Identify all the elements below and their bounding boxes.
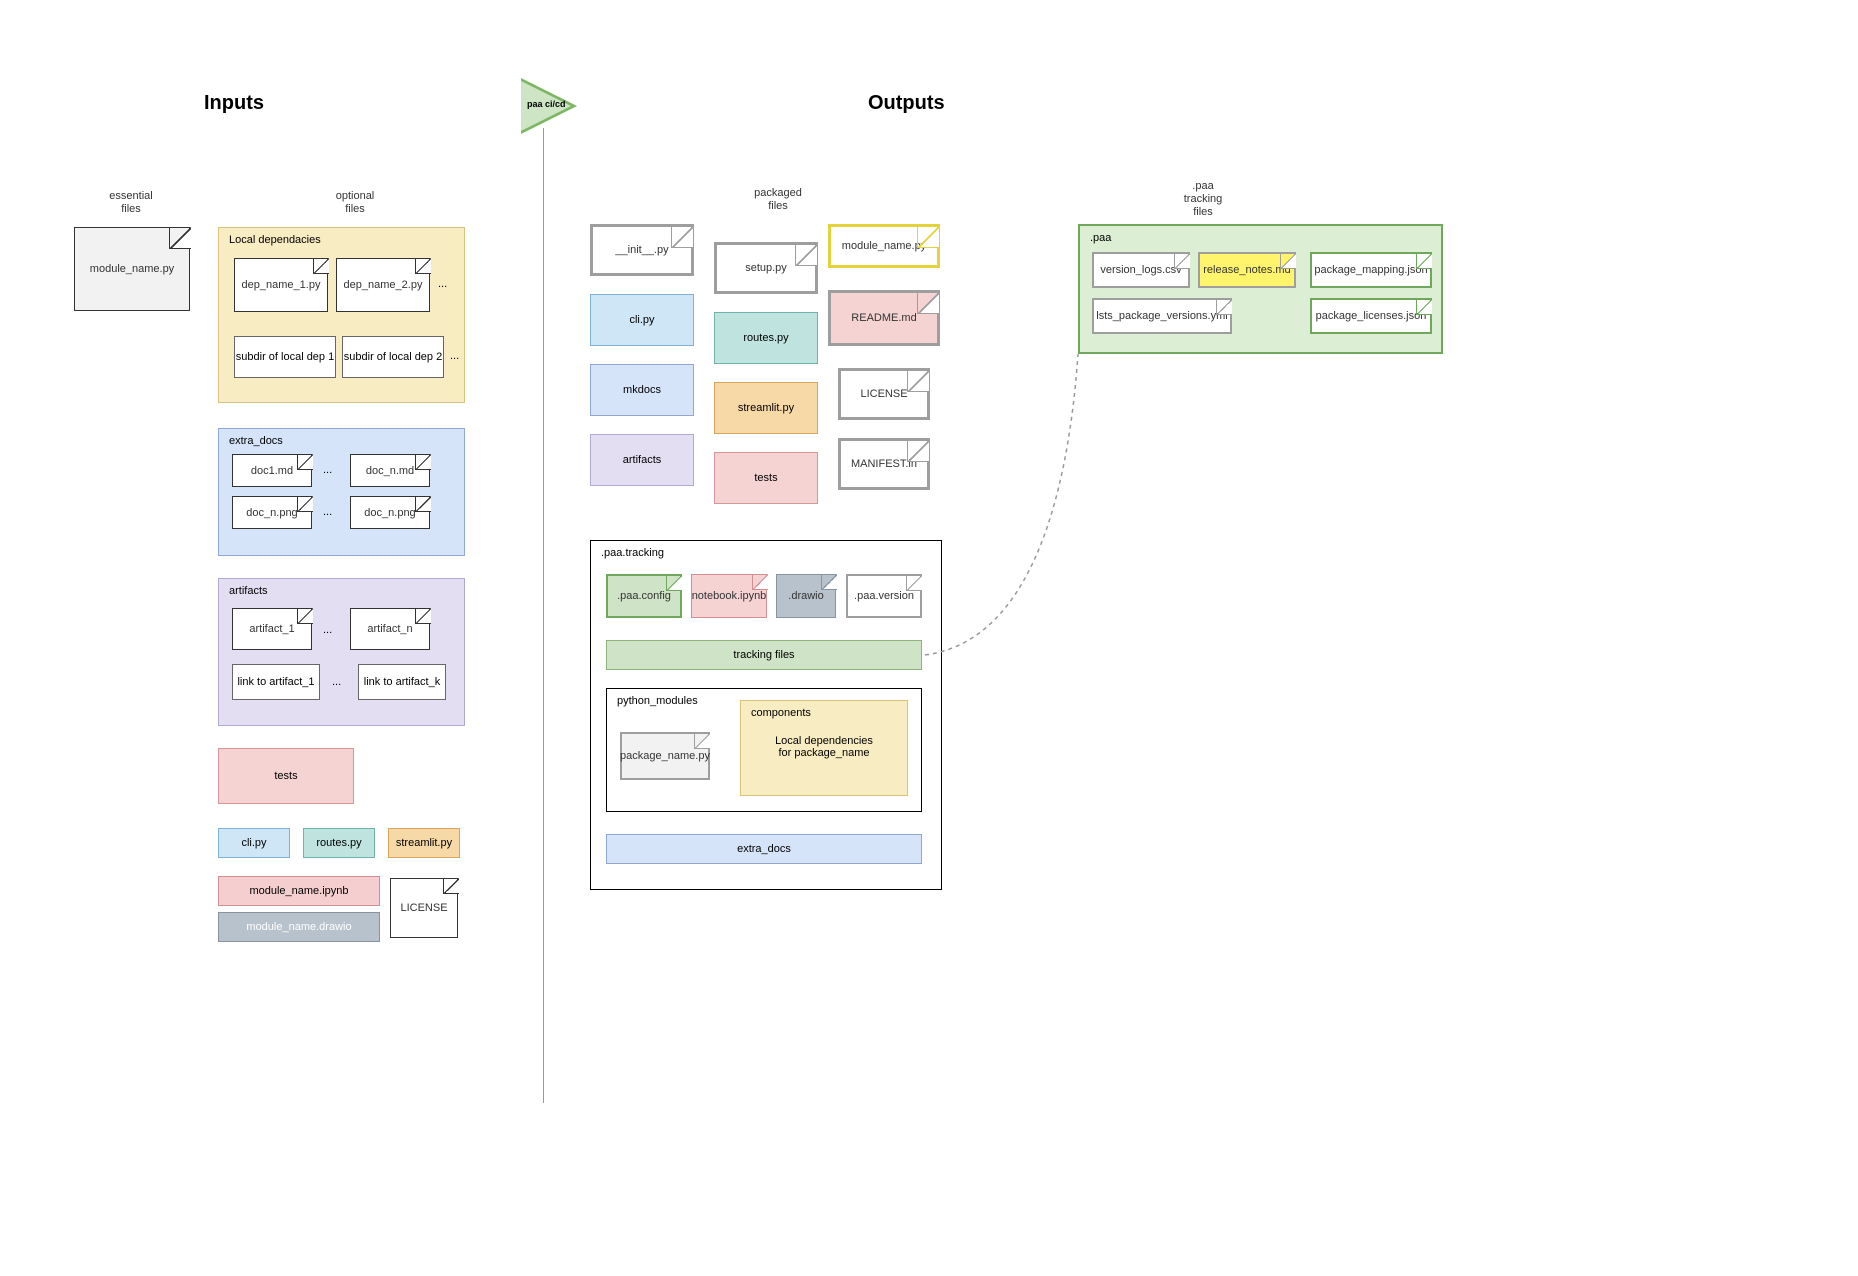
box-subdir1: subdir of local dep 1 <box>234 336 336 378</box>
deps-ellipsis-2: ... <box>450 350 459 362</box>
box-subdir2: subdir of local dep 2 <box>342 336 444 378</box>
box-out-cli: cli.py <box>590 294 694 346</box>
outputs-heading: Outputs <box>868 92 945 115</box>
box-ipynb: module_name.ipynb <box>218 876 380 906</box>
inputs-heading: Inputs <box>204 92 264 115</box>
docs-ell-2: ... <box>323 506 332 518</box>
file-version-logs: version_logs.csv <box>1092 252 1190 288</box>
paa-cicd-label: paa ci/cd <box>527 99 566 109</box>
paa-tracking-title: .paa.tracking <box>601 547 664 559</box>
bar-extra-docs: extra_docs <box>606 834 922 864</box>
file-mapping: package_mapping.json <box>1310 252 1432 288</box>
file-notebook: notebook.ipynb <box>691 574 767 618</box>
box-link-artifact-1: link to artifact_1 <box>232 664 320 700</box>
file-licenses: package_licenses.json <box>1310 298 1432 334</box>
file-paa-config: .paa.config <box>606 574 682 618</box>
file-dep2: dep_name_2.py <box>336 258 430 312</box>
container-extra-docs: extra_docs <box>218 428 465 556</box>
file-release-notes: release_notes.md <box>1198 252 1296 288</box>
file-lsts: lsts_package_versions.yml <box>1092 298 1232 334</box>
art-ell-2: ... <box>332 676 341 688</box>
container-paa: .paa <box>1078 224 1443 354</box>
local-deps-title: Local dependacies <box>229 234 321 246</box>
file-drawio: .drawio <box>776 574 836 618</box>
box-out-streamlit: streamlit.py <box>714 382 818 434</box>
file-artifact-n: artifact_n <box>350 608 430 650</box>
box-streamlit: streamlit.py <box>388 828 460 858</box>
paa-title: .paa <box>1090 232 1111 244</box>
file-docn-png-b: doc_n.png <box>350 496 430 529</box>
file-manifest: MANIFEST.in <box>838 438 930 490</box>
box-out-routes: routes.py <box>714 312 818 364</box>
box-cli: cli.py <box>218 828 290 858</box>
dashed-connector <box>920 350 1090 670</box>
box-link-artifact-k: link to artifact_k <box>358 664 446 700</box>
art-ell-1: ... <box>323 624 332 636</box>
box-tests: tests <box>218 748 354 804</box>
file-doc1-md: doc1.md <box>232 454 312 487</box>
python-modules-title: python_modules <box>617 695 698 707</box>
container-components: components Local dependencies for packag… <box>740 700 908 796</box>
file-out-license: LICENSE <box>838 368 930 420</box>
file-docn-md: doc_n.md <box>350 454 430 487</box>
artifacts-title: artifacts <box>229 585 268 597</box>
box-out-tests: tests <box>714 452 818 504</box>
file-paa-version: .paa.version <box>846 574 922 618</box>
label-paa-tracking: .paa tracking files <box>1163 180 1243 220</box>
file-init: __init__.py <box>590 224 694 276</box>
box-out-mkdocs: mkdocs <box>590 364 694 416</box>
extra-docs-title: extra_docs <box>229 435 283 447</box>
file-license-in: LICENSE <box>390 878 458 938</box>
file-docn-png-a: doc_n.png <box>232 496 312 529</box>
box-drawio: module_name.drawio <box>218 912 380 942</box>
label-essential: essential files <box>96 190 166 216</box>
file-module-name: module_name.py <box>74 227 190 311</box>
box-routes: routes.py <box>303 828 375 858</box>
file-out-module: module_name.py <box>828 224 940 268</box>
components-desc: Local dependencies for package_name <box>741 735 907 759</box>
file-dep1: dep_name_1.py <box>234 258 328 312</box>
deps-ellipsis-1: ... <box>438 278 447 290</box>
file-setup: setup.py <box>714 242 818 294</box>
docs-ell-1: ... <box>323 464 332 476</box>
diagram-canvas: Inputs Outputs paa ci/cd essential files… <box>0 0 1858 1276</box>
bar-tracking-files: tracking files <box>606 640 922 670</box>
label-optional: optional files <box>320 190 390 216</box>
file-readme: README.md <box>828 290 940 346</box>
box-out-artifacts: artifacts <box>590 434 694 486</box>
file-artifact-1: artifact_1 <box>232 608 312 650</box>
components-title: components <box>751 707 811 719</box>
label-packaged: packaged files <box>738 187 818 213</box>
container-artifacts: artifacts <box>218 578 465 726</box>
center-divider <box>543 128 544 1103</box>
file-package-name: package_name.py <box>620 732 710 780</box>
